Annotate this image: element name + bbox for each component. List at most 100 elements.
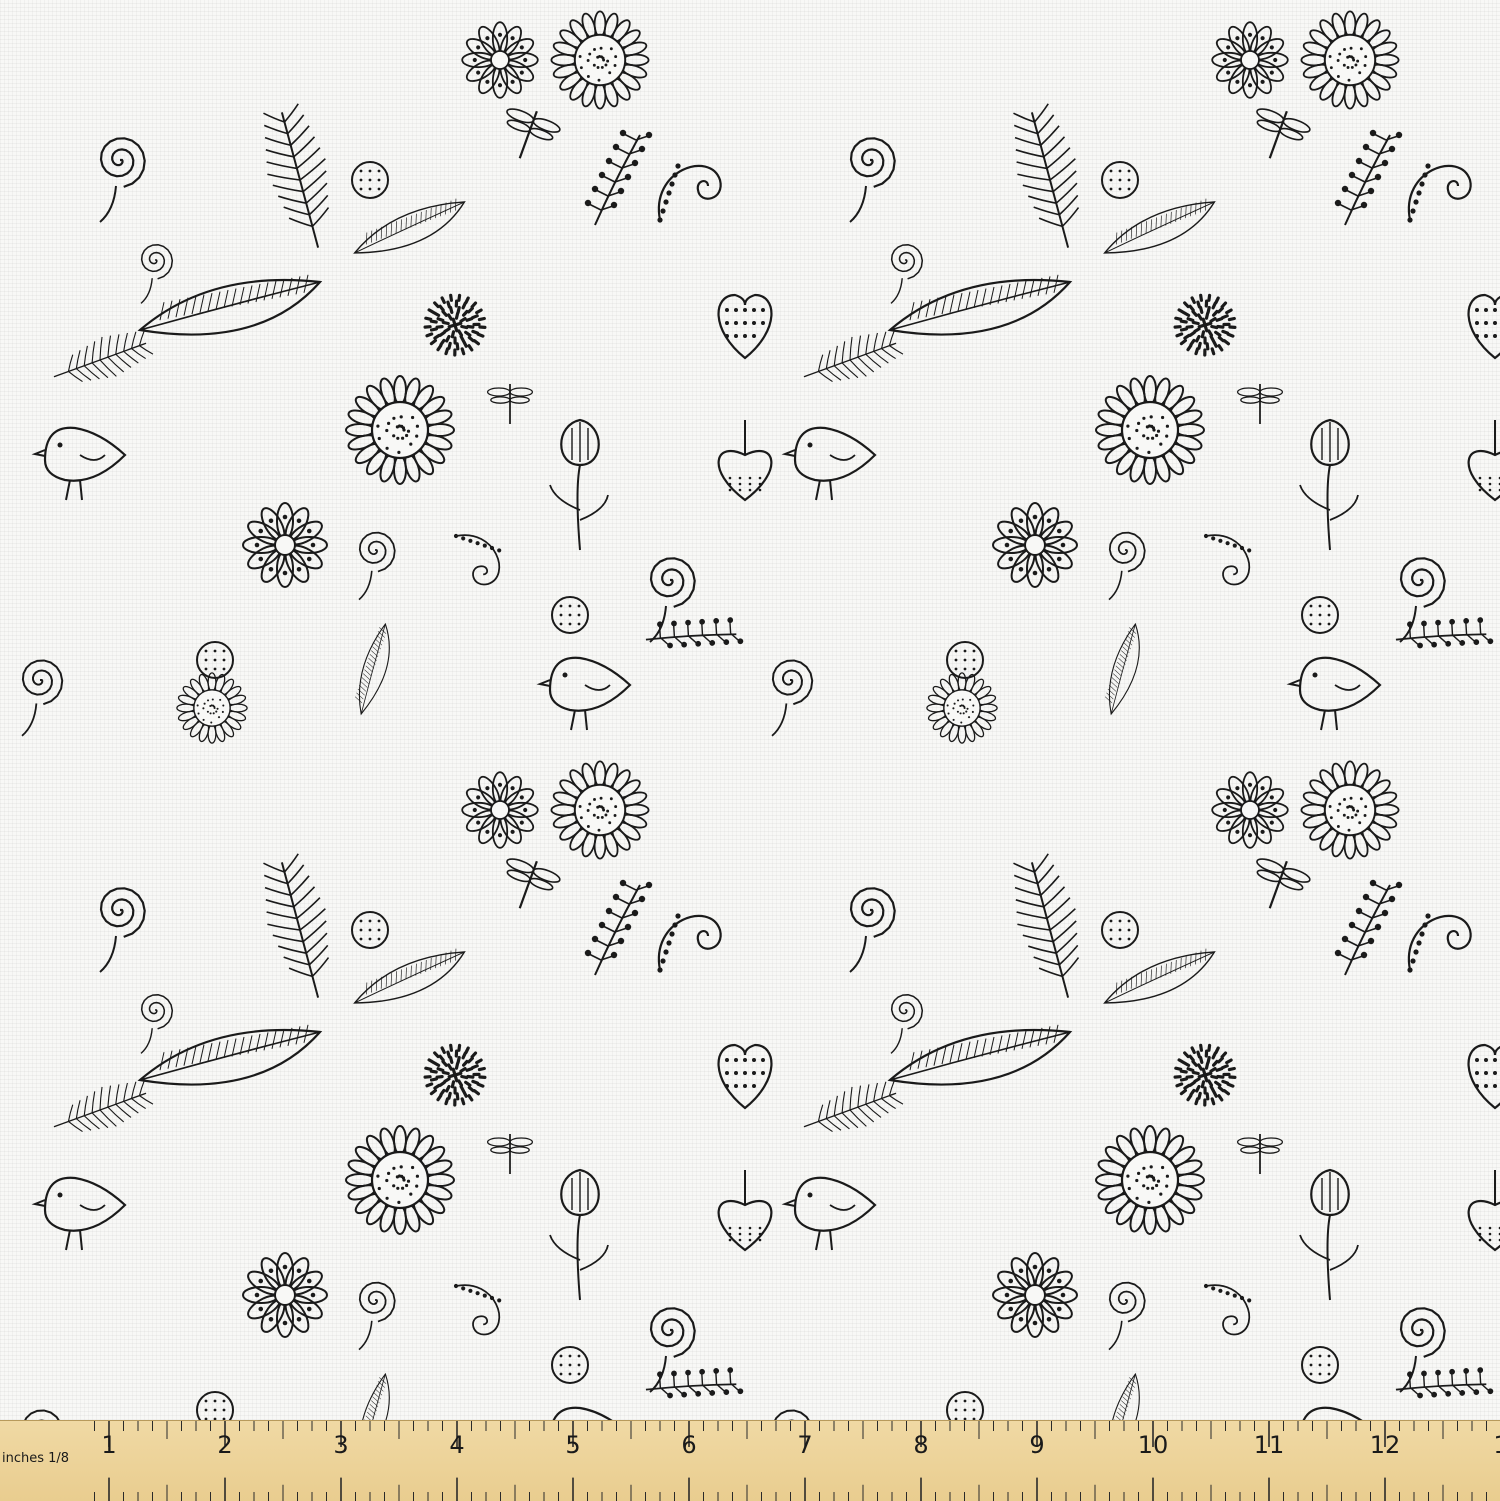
chrysanthemum-icon <box>423 1043 487 1107</box>
bird-icon <box>31 426 127 501</box>
fern-icon <box>803 330 904 383</box>
sunflower-icon <box>926 672 998 744</box>
heart-icon <box>717 420 773 502</box>
dotted-circle-icon <box>351 911 389 949</box>
ruler-scale: 1234567891011121 <box>94 1421 1500 1501</box>
flower-icon <box>1211 21 1289 99</box>
fern-icon <box>263 103 330 248</box>
sunflower-icon <box>1095 375 1205 485</box>
dotted-circle-icon <box>946 1391 984 1420</box>
ruler-number: 2 <box>217 1431 232 1459</box>
ruler-number: 7 <box>797 1431 812 1459</box>
sunflower-icon <box>176 672 248 744</box>
spiral-rose-icon <box>774 1409 810 1420</box>
dragonfly-icon <box>1236 383 1284 425</box>
leaf-icon <box>353 948 466 1004</box>
berry-sprig-icon <box>1395 1367 1494 1399</box>
spiral-rose-icon <box>358 531 396 601</box>
bird-icon <box>781 1176 877 1251</box>
fabric-pattern <box>0 0 1500 1420</box>
spiral-rose-icon <box>849 887 896 973</box>
leaf-icon <box>358 1372 390 1420</box>
ruler-unit-label: inches 1/8 <box>2 1451 70 1466</box>
ruler-number: 4 <box>449 1431 464 1459</box>
dotted-circle-icon <box>196 641 234 679</box>
stem-flower-icon <box>1299 1168 1359 1301</box>
dragonfly-icon <box>1236 1133 1284 1175</box>
spiral-rose-icon <box>771 659 814 737</box>
leaf-icon <box>353 198 466 254</box>
spiral-rose-icon <box>1108 531 1146 601</box>
ruler-number: 9 <box>1029 1431 1044 1459</box>
flower-icon <box>461 771 539 849</box>
bird-icon <box>781 426 877 501</box>
berry-sprig-icon <box>645 1367 744 1399</box>
fern-icon <box>263 853 330 998</box>
leaf-icon <box>1108 1372 1140 1420</box>
berry-sprig-icon <box>1334 129 1403 226</box>
dragonfly-icon <box>1256 858 1311 909</box>
berry-sprig-icon <box>584 879 653 976</box>
berry-sprig-icon <box>584 129 653 226</box>
bird-icon <box>1302 1406 1363 1420</box>
bird-icon <box>31 1176 127 1251</box>
doodle-pattern <box>21 10 1500 1420</box>
fern-icon <box>1013 103 1080 248</box>
bird-icon <box>1286 656 1382 731</box>
dotted-circle-icon <box>1101 911 1139 949</box>
strawberry-icon <box>1467 293 1500 360</box>
flower-icon <box>242 1252 328 1338</box>
swirl-icon <box>1407 913 1472 973</box>
ruler-number: 12 <box>1370 1431 1401 1459</box>
flower-icon <box>242 502 328 588</box>
leaf-icon <box>1103 948 1216 1004</box>
spiral-rose-icon <box>99 137 146 223</box>
flower-icon <box>992 1252 1078 1338</box>
heart-icon <box>1467 1170 1500 1252</box>
fern-icon <box>803 1080 904 1133</box>
dotted-circle-icon <box>946 641 984 679</box>
strawberry-icon <box>717 293 773 360</box>
dotted-circle-icon <box>551 596 589 634</box>
leaf-icon <box>1103 198 1216 254</box>
swirl-icon <box>657 163 722 223</box>
spiral-rose-icon <box>358 1281 396 1351</box>
stem-flower-icon <box>549 418 609 551</box>
ruler-number: 10 <box>1138 1431 1169 1459</box>
swirl-icon <box>1407 163 1472 223</box>
ruler-number: 5 <box>565 1431 580 1459</box>
dotted-circle-icon <box>351 161 389 199</box>
sunflower-icon <box>345 1125 455 1235</box>
spiral-rose-icon <box>24 1409 60 1420</box>
chrysanthemum-icon <box>1173 293 1237 357</box>
sunflower-icon <box>345 375 455 485</box>
swirl-icon <box>1203 1283 1252 1336</box>
leaf-icon <box>137 1024 323 1086</box>
leaf-icon <box>887 274 1073 336</box>
dotted-circle-icon <box>1301 1346 1339 1384</box>
strawberry-icon <box>1467 1043 1500 1110</box>
flower-icon <box>1211 771 1289 849</box>
leaf-icon <box>354 622 390 716</box>
dragonfly-icon <box>486 383 534 425</box>
spiral-rose-icon <box>890 994 924 1054</box>
swirl-icon <box>453 1283 502 1336</box>
fern-icon <box>1013 853 1080 998</box>
measuring-ruler: 1234567891011121 inches 1/8 <box>0 1420 1500 1501</box>
stem-flower-icon <box>1299 418 1359 551</box>
ruler-number: 8 <box>913 1431 928 1459</box>
heart-icon <box>1467 420 1500 502</box>
spiral-rose-icon <box>99 887 146 973</box>
berry-sprig-icon <box>645 617 744 649</box>
sunflower-icon <box>550 760 650 860</box>
sunflower-icon <box>1300 10 1400 110</box>
strawberry-icon <box>717 1043 773 1110</box>
dotted-circle-icon <box>1101 161 1139 199</box>
sunflower-icon <box>1300 760 1400 860</box>
swirl-icon <box>1203 533 1252 586</box>
leaf-icon <box>137 274 323 336</box>
dotted-circle-icon <box>551 1346 589 1384</box>
flower-icon <box>461 21 539 99</box>
swirl-icon <box>657 913 722 973</box>
bird-icon <box>536 656 632 731</box>
